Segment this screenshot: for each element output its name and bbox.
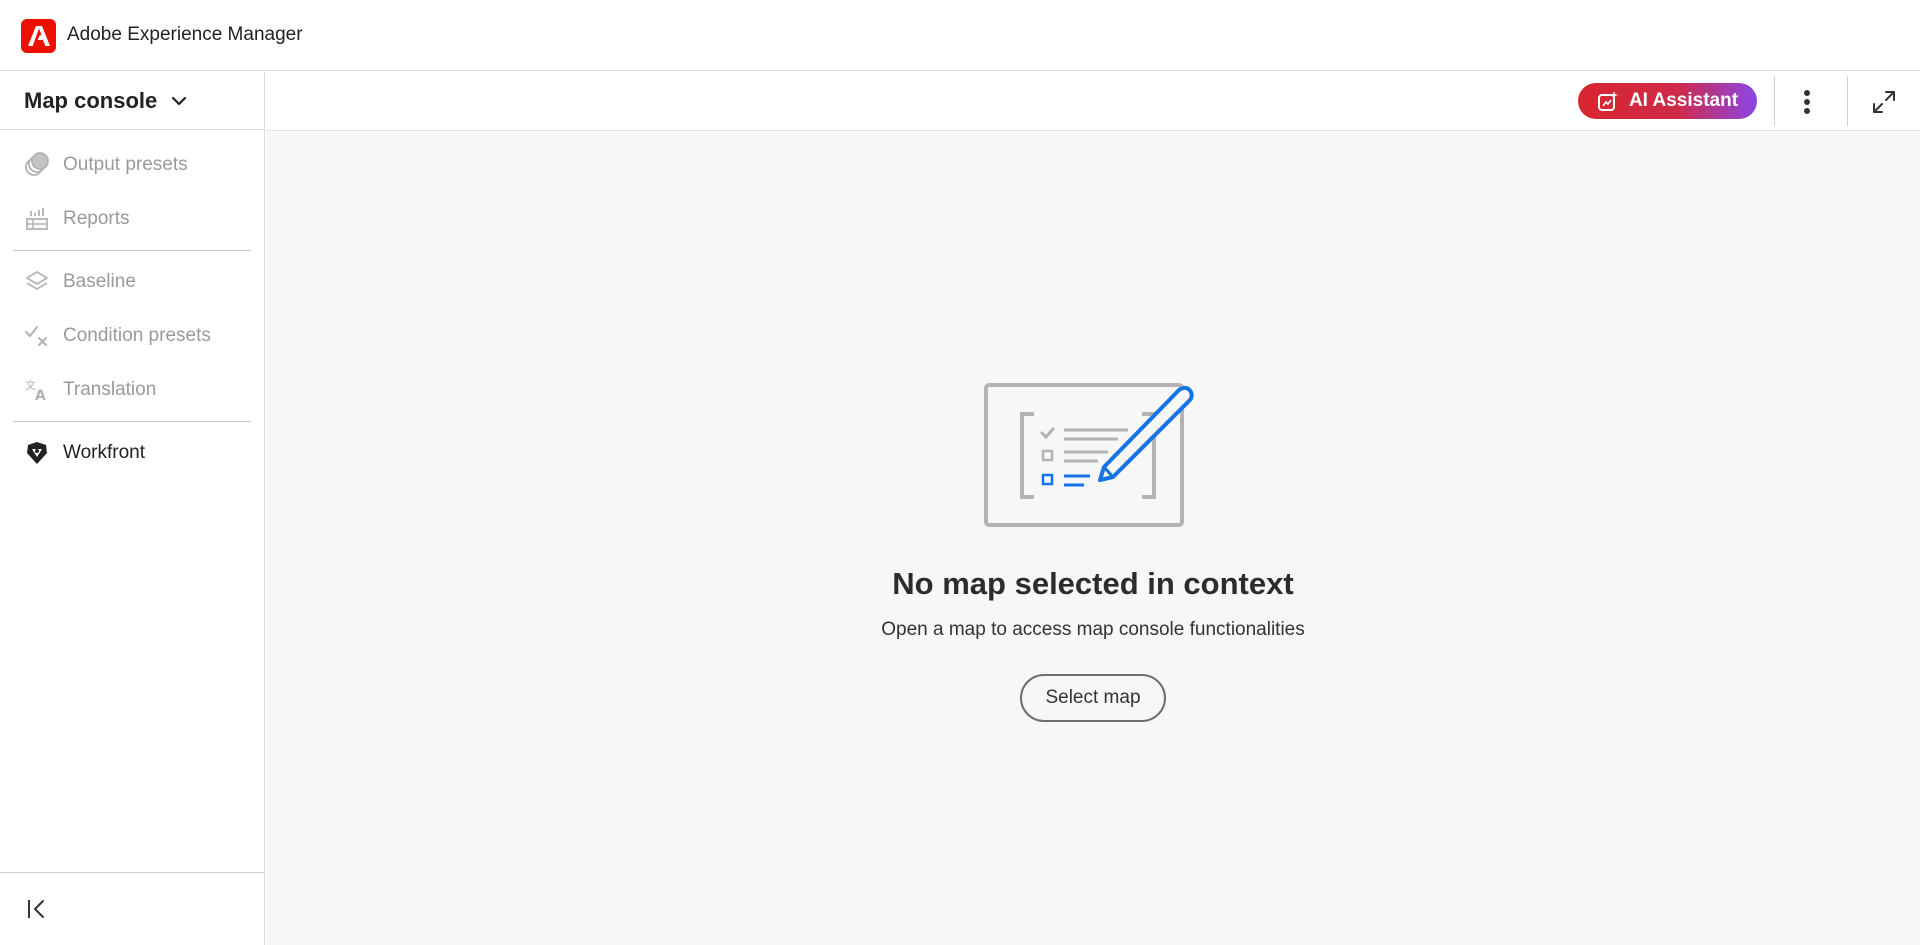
collapse-left-icon[interactable] bbox=[26, 898, 48, 920]
sidebar-item-output-presets[interactable]: Output presets bbox=[0, 138, 264, 192]
sidebar: Map console Output presets Reports Basel… bbox=[0, 72, 265, 945]
layers-icon bbox=[24, 269, 50, 295]
sidebar-footer bbox=[0, 872, 265, 945]
select-map-button[interactable]: Select map bbox=[1020, 674, 1166, 722]
sidebar-item-label: Baseline bbox=[63, 271, 136, 292]
sidebar-item-label: Translation bbox=[63, 379, 157, 400]
sidebar-item-translation[interactable]: 文 A Translation bbox=[0, 363, 264, 417]
divider bbox=[13, 421, 251, 422]
svg-text:A: A bbox=[35, 388, 46, 403]
divider bbox=[1847, 76, 1848, 126]
workfront-icon bbox=[24, 440, 50, 466]
sidebar-item-condition-presets[interactable]: Condition presets bbox=[0, 309, 264, 363]
ai-assistant-button[interactable]: AI Assistant bbox=[1578, 83, 1757, 119]
console-switcher[interactable]: Map console bbox=[0, 72, 264, 130]
empty-state-description: Open a map to access map console functio… bbox=[881, 619, 1305, 640]
ai-sparkle-icon bbox=[1597, 90, 1619, 112]
checklist-pencil-illustration bbox=[984, 382, 1204, 547]
translate-icon: 文 A bbox=[24, 377, 50, 403]
chevron-down-icon bbox=[171, 96, 187, 106]
sidebar-item-label: Output presets bbox=[63, 154, 188, 175]
main-content: No map selected in context Open a map to… bbox=[266, 132, 1920, 945]
sidebar-item-reports[interactable]: Reports bbox=[0, 192, 264, 246]
divider bbox=[1774, 76, 1775, 126]
sidebar-item-workfront[interactable]: Workfront bbox=[0, 426, 264, 480]
ai-assistant-label: AI Assistant bbox=[1628, 90, 1739, 111]
output-presets-icon bbox=[24, 152, 50, 178]
reports-icon bbox=[24, 206, 50, 232]
more-vertical-icon[interactable] bbox=[1787, 82, 1827, 122]
check-x-icon bbox=[24, 323, 50, 349]
sidebar-item-label: Workfront bbox=[63, 442, 146, 463]
sidebar-item-baseline[interactable]: Baseline bbox=[0, 255, 264, 309]
console-title: Map console bbox=[24, 87, 158, 113]
app-header: Adobe Experience Manager bbox=[0, 0, 1920, 71]
sidebar-item-label: Condition presets bbox=[63, 325, 211, 346]
expand-icon[interactable] bbox=[1864, 82, 1904, 122]
empty-state-title: No map selected in context bbox=[892, 566, 1294, 601]
app-title: Adobe Experience Manager bbox=[67, 24, 303, 45]
sidebar-item-label: Reports bbox=[63, 208, 130, 229]
toolbar: AI Assistant bbox=[266, 72, 1920, 131]
adobe-icon[interactable] bbox=[21, 19, 56, 53]
divider bbox=[13, 250, 251, 251]
